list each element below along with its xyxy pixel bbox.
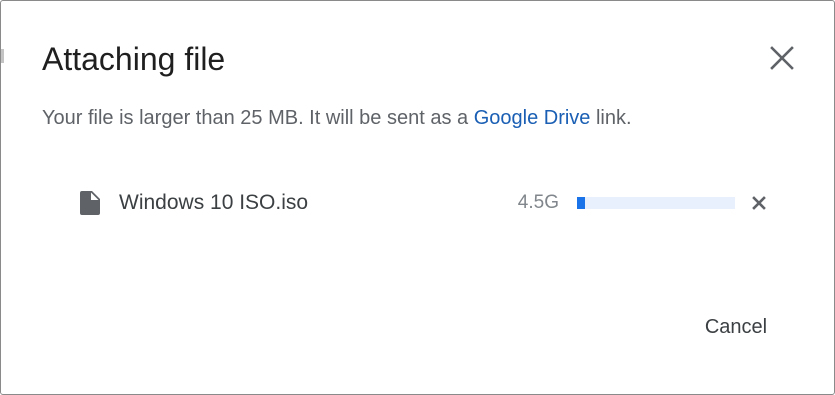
message-text-after: link. <box>590 107 632 129</box>
google-drive-link[interactable]: Google Drive <box>474 107 591 129</box>
window-edge-mark <box>1 49 4 63</box>
remove-attachment-button[interactable] <box>747 191 771 215</box>
close-icon <box>770 46 794 70</box>
size-limit-message: Your file is larger than 25 MB. It will … <box>42 105 632 131</box>
attachment-row: Windows 10 ISO.iso 4.5G <box>1 181 835 225</box>
file-icon <box>80 191 100 215</box>
upload-progress-fill <box>577 197 585 209</box>
file-name: Windows 10 ISO.iso <box>119 191 309 214</box>
dialog-title: Attaching file <box>42 41 226 77</box>
file-size: 4.5G <box>517 192 559 213</box>
attaching-file-dialog: Attaching file Your file is larger than … <box>0 0 835 395</box>
message-text-before: Your file is larger than 25 MB. It will … <box>42 107 474 129</box>
upload-progress-bar <box>577 197 735 209</box>
close-dialog-button[interactable] <box>761 37 803 79</box>
cancel-button[interactable]: Cancel <box>684 307 788 347</box>
close-icon <box>752 196 766 210</box>
